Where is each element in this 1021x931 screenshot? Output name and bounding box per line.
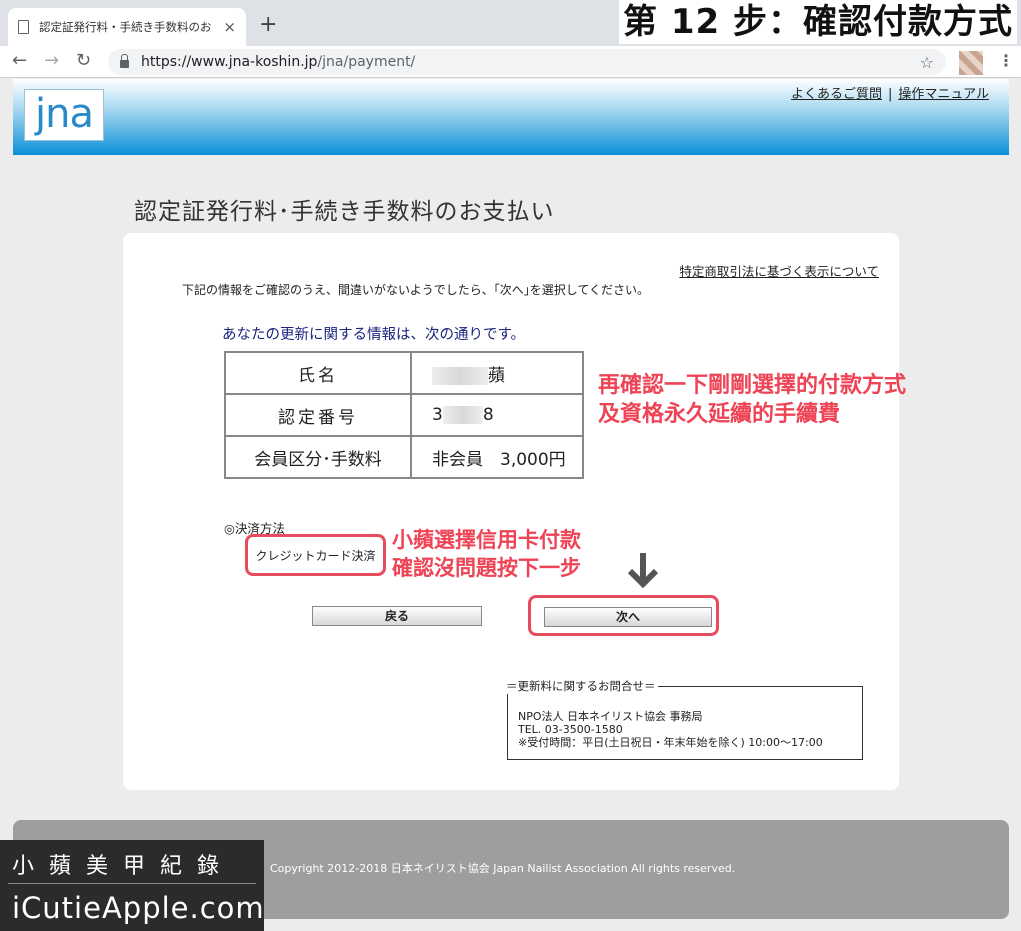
contact-hours: ※受付時間：平日(土日祝日・年末年始を除く) 10:00〜17:00	[518, 736, 823, 749]
next-button-highlight: 次へ	[528, 595, 719, 636]
contact-title: ＝更新料に関するお問合せ＝	[504, 678, 658, 694]
name-suffix: 蘋	[488, 365, 505, 386]
url-host: https://www.jna-koshin.jp	[141, 54, 318, 70]
manual-link[interactable]: 操作マニュアル	[898, 87, 989, 102]
back-arrow-icon[interactable]: ←	[12, 50, 27, 71]
member-fee-value: 非会員 3,000円	[410, 435, 584, 479]
address-bar[interactable]: https://www.jna-koshin.jp/jna/payment/ ☆	[108, 49, 946, 75]
annotation-line: 小蘋選擇信用卡付款	[392, 528, 581, 552]
menu-icon[interactable]: ⋮	[998, 51, 1014, 70]
table-row: 認定番号 38	[224, 393, 584, 437]
commercial-law-link[interactable]: 特定商取引法に基づく表示について	[679, 261, 879, 280]
content-card: 特定商取引法に基づく表示について 下記の情報をご確認のうえ、間違いがないようでし…	[123, 233, 899, 790]
bookmark-star-icon[interactable]: ☆	[920, 53, 934, 72]
close-tab-icon[interactable]: ×	[223, 18, 236, 36]
info-heading: あなたの更新に関する情報は、次の通りです。	[222, 327, 526, 343]
payment-method-value: クレジットカード決済	[245, 534, 386, 576]
instruction-text: 下記の情報をご確認のうえ、間違いがないようでしたら、｢次へ｣を選択してください。	[182, 283, 650, 297]
contact-tel: TEL. 03-3500-1580	[518, 723, 623, 736]
watermark-chinese: 小蘋美甲紀錄	[12, 854, 235, 879]
cert-suffix: 8	[482, 405, 494, 425]
step-title-overlay: 第 12 步：確認付款方式	[619, 0, 1017, 44]
watermark: 小蘋美甲紀錄 iCutieApple.com	[0, 840, 264, 931]
site-header: jna よくあるご質問 | 操作マニュアル	[13, 79, 1009, 155]
renewal-info-table: 氏名 蘋 認定番号 38 会員区分･手数料 非会員 3,000円	[224, 351, 584, 479]
contact-box: ＝更新料に関するお問合せ＝ NPO法人 日本ネイリスト協会 事務局 TEL. 0…	[504, 678, 863, 760]
redacted-text	[432, 366, 488, 385]
table-row: 氏名 蘋	[224, 351, 584, 395]
tab-title: 認定証発行料・手続き手数料のお	[39, 20, 212, 34]
watermark-divider	[8, 883, 256, 884]
page-title: 認定証発行料･手続き手数料のお支払い	[134, 199, 555, 225]
copyright-text: Copyright 2012-2018 日本ネイリスト協会 Japan Nail…	[270, 862, 736, 875]
name-value: 蘋	[410, 351, 584, 395]
header-links: よくあるご質問 | 操作マニュアル	[791, 83, 989, 102]
annotation-line: 及資格永久延續的手續費	[598, 402, 841, 427]
watermark-english: iCutieApple.com	[12, 891, 265, 925]
contact-body: NPO法人 日本ネイリスト協会 事務局 TEL. 03-3500-1580 ※受…	[518, 710, 823, 749]
jna-logo[interactable]: jna	[24, 89, 104, 141]
annotation-credit-card: 小蘋選擇信用卡付款 確認沒問題按下一步	[392, 526, 581, 582]
browser-toolbar: ← → ↻ https://www.jna-koshin.jp/jna/paym…	[0, 46, 1021, 78]
down-arrow-icon	[627, 553, 659, 589]
cert-number-label: 認定番号	[224, 393, 412, 437]
cert-number-value: 38	[410, 393, 584, 437]
next-button[interactable]: 次へ	[544, 607, 712, 627]
back-button[interactable]: 戻る	[312, 606, 482, 626]
annotation-line: 確認沒問題按下一步	[392, 556, 581, 580]
cert-prefix: 3	[432, 405, 443, 425]
annotation-confirm-fee: 再確認一下剛剛選擇的付款方式 及資格永久延續的手續費	[598, 371, 906, 429]
link-separator: |	[887, 87, 893, 102]
redacted-text	[442, 406, 483, 424]
table-row: 会員区分･手数料 非会員 3,000円	[224, 435, 584, 479]
forward-arrow-icon[interactable]: →	[44, 50, 59, 71]
new-tab-button[interactable]: +	[259, 12, 277, 37]
member-fee-label: 会員区分･手数料	[224, 435, 412, 479]
contact-org: NPO法人 日本ネイリスト協会 事務局	[518, 710, 703, 723]
document-icon	[18, 20, 29, 34]
faq-link[interactable]: よくあるご質問	[791, 87, 882, 102]
annotation-line: 再確認一下剛剛選擇的付款方式	[598, 373, 907, 398]
url-path: /jna/payment/	[317, 54, 416, 70]
reload-icon[interactable]: ↻	[76, 50, 91, 71]
name-label: 氏名	[224, 351, 412, 395]
lock-icon	[120, 54, 129, 68]
profile-avatar[interactable]	[959, 51, 983, 75]
browser-tab[interactable]: 認定証発行料・手続き手数料のお ×	[8, 8, 246, 46]
